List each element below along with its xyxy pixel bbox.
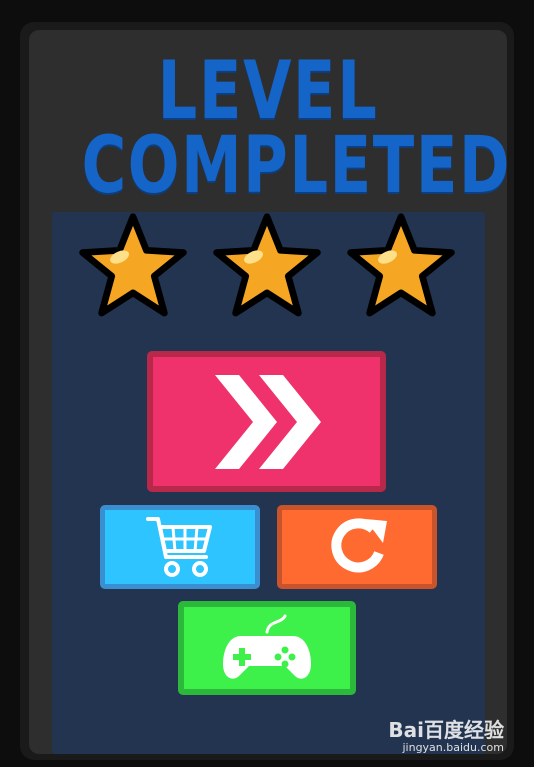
next-level-button[interactable] [147,351,386,492]
title-completed: COMPLETED [81,121,512,211]
restart-icon [331,518,387,573]
watermark-url: jingyan.baidu.com [402,741,504,754]
chevrons-right-icon [214,374,321,469]
play-button[interactable] [178,601,356,695]
star-icon-3 [347,213,455,317]
shopping-cart-icon [146,517,212,577]
star-icon-2 [213,213,321,317]
shop-button[interactable] [100,505,260,589]
gamepad-icon [223,614,311,679]
star-icon-1 [79,213,187,317]
watermark: Bai百度经验 jingyan.baidu.com [388,719,504,755]
restart-button[interactable] [277,505,437,589]
watermark-brand: Bai百度经验 [388,718,504,742]
